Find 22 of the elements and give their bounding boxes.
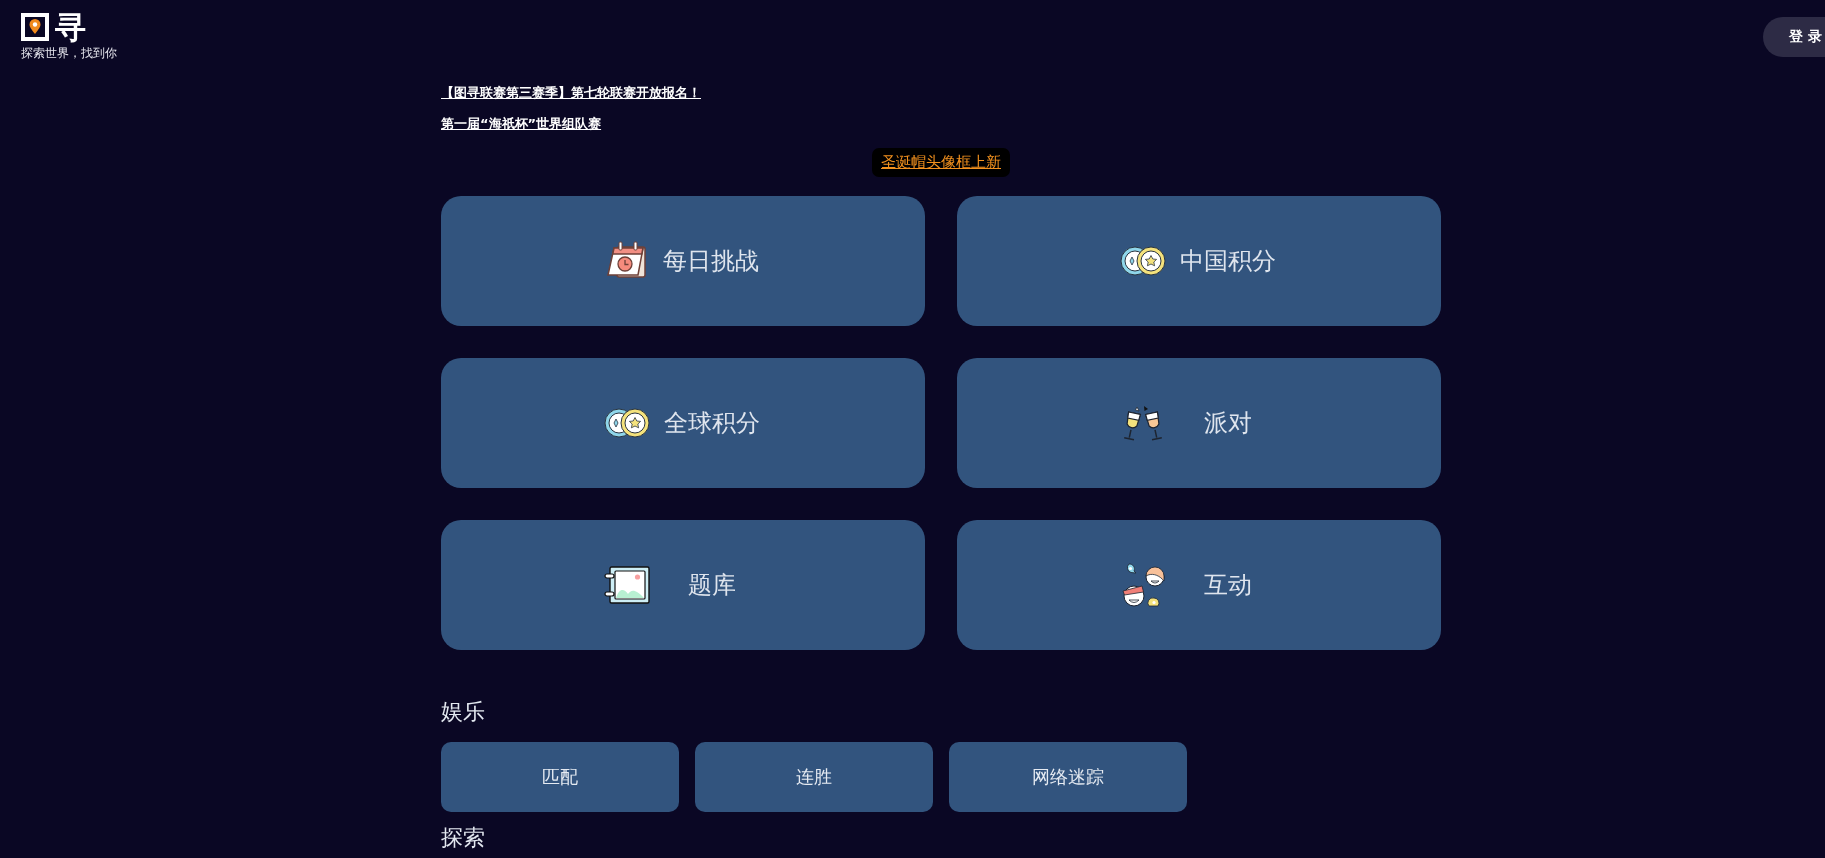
promo-banner-link[interactable]: 圣诞帽头像框上新 bbox=[872, 148, 1010, 177]
mode-card[interactable]: 互动 bbox=[957, 520, 1441, 650]
login-button[interactable]: 登 录 bbox=[1763, 17, 1825, 57]
tagline: 探索世界，找到你 bbox=[21, 46, 117, 61]
map-pin-logo-icon bbox=[21, 13, 49, 41]
coins-icon bbox=[604, 407, 650, 439]
mode-button[interactable]: 网络迷踪 bbox=[949, 742, 1187, 812]
coins-icon bbox=[1120, 245, 1166, 277]
mode-card[interactable]: 派对 bbox=[957, 358, 1441, 488]
mode-button[interactable]: 匹配 bbox=[441, 742, 679, 812]
mode-card[interactable]: 中国积分 bbox=[957, 196, 1441, 326]
announcement-link[interactable]: 【图寻联赛第三赛季】第七轮联赛开放报名！ bbox=[441, 84, 701, 102]
picture-album-icon bbox=[604, 566, 650, 604]
mode-card[interactable]: 全球积分 bbox=[441, 358, 925, 488]
section-heading: 探索 bbox=[441, 824, 486, 852]
mode-card[interactable]: 题库 bbox=[441, 520, 925, 650]
logo-text: 寻 bbox=[55, 11, 86, 43]
section-heading: 娱乐 bbox=[441, 698, 486, 726]
mode-button[interactable]: 连胜 bbox=[695, 742, 933, 812]
announcement-link[interactable]: 第一届“海祇杯”世界组队赛 bbox=[441, 115, 602, 133]
mode-card[interactable]: 每日挑战 bbox=[441, 196, 925, 326]
smiling-faces-icon bbox=[1120, 562, 1166, 608]
